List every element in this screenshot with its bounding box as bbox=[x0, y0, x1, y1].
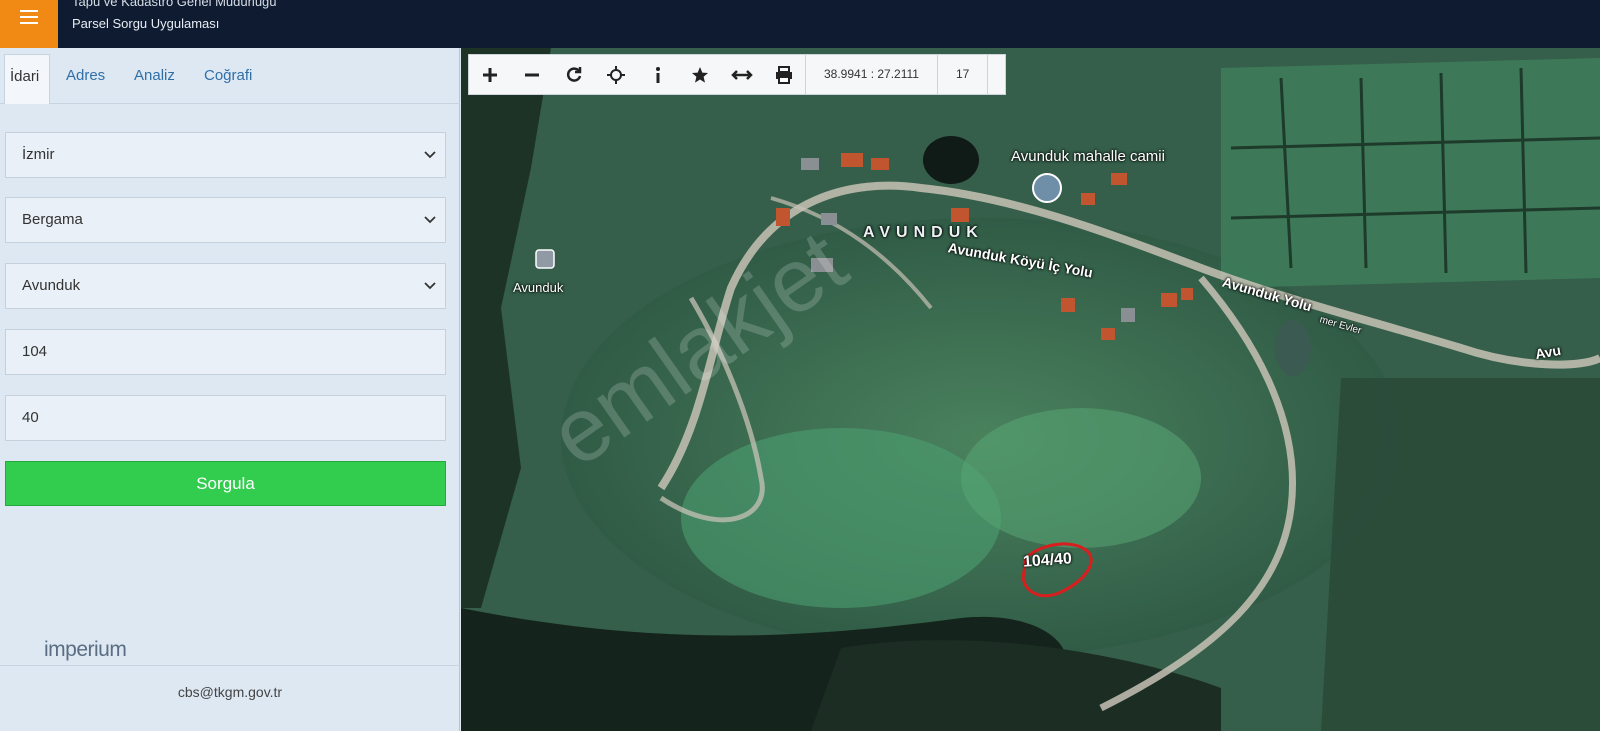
favorite-icon bbox=[692, 66, 708, 83]
zoom-level-readout: 17 bbox=[938, 54, 989, 95]
parcel-input[interactable]: 40 bbox=[5, 395, 446, 441]
neighborhood-select-value: Avunduk bbox=[22, 277, 81, 294]
province-select-value: İzmir bbox=[22, 146, 55, 163]
zoom-in-icon bbox=[483, 67, 497, 82]
zoom-out-button[interactable] bbox=[511, 54, 553, 95]
query-sidebar: İdari Adres Analiz Coğrafi İzmir Bergama… bbox=[0, 48, 460, 731]
footer-divider bbox=[0, 665, 460, 666]
menu-button[interactable] bbox=[0, 0, 58, 48]
sidebar-tabs: İdari Adres Analiz Coğrafi bbox=[0, 54, 460, 104]
app-header: Tapu ve Kadastro Genel Müdürlüğü Parsel … bbox=[0, 0, 1600, 48]
coordinate-readout: 38.9941 : 27.2111 bbox=[805, 54, 938, 95]
tab-adres[interactable]: Adres bbox=[66, 54, 105, 104]
app-org-title: Tapu ve Kadastro Genel Müdürlüğü bbox=[72, 0, 277, 9]
poi-label: Avunduk bbox=[513, 280, 564, 295]
neighborhood-select[interactable]: Avunduk bbox=[5, 263, 446, 309]
measure-icon bbox=[731, 69, 753, 80]
locate-button[interactable] bbox=[595, 54, 637, 95]
imperium-logo: imperium bbox=[44, 638, 144, 664]
logo-text: imperium bbox=[44, 638, 127, 661]
chevron-down-icon bbox=[424, 282, 436, 290]
map-toolbar: 38.9941 : 27.2111 17 bbox=[468, 54, 1006, 95]
district-select[interactable]: Bergama bbox=[5, 197, 446, 243]
locate-icon bbox=[607, 65, 625, 84]
chevron-down-icon bbox=[424, 216, 436, 224]
measure-button[interactable] bbox=[721, 54, 763, 95]
village-label: AVUNDUK bbox=[863, 224, 984, 241]
mosque-label: Avunduk mahalle camii bbox=[1011, 148, 1165, 165]
tab-cografi[interactable]: Coğrafi bbox=[204, 54, 252, 104]
refresh-icon bbox=[566, 66, 582, 82]
info-icon bbox=[656, 66, 660, 83]
tab-analiz[interactable]: Analiz bbox=[134, 54, 175, 104]
zoom-in-button[interactable] bbox=[469, 54, 511, 95]
print-button[interactable] bbox=[763, 54, 805, 95]
zoom-out-icon bbox=[525, 73, 539, 76]
chevron-down-icon bbox=[424, 151, 436, 159]
block-input[interactable]: 104 bbox=[5, 329, 446, 375]
query-submit-button[interactable]: Sorgula bbox=[5, 461, 446, 506]
mosque-marker-icon bbox=[1032, 173, 1062, 203]
district-select-value: Bergama bbox=[22, 211, 83, 228]
province-select[interactable]: İzmir bbox=[5, 132, 446, 178]
app-title: Parsel Sorgu Uygulaması bbox=[72, 16, 220, 31]
poi-marker-icon bbox=[535, 249, 555, 269]
parcel-label: 104/40 bbox=[1022, 550, 1073, 571]
print-icon bbox=[776, 65, 792, 84]
tab-idari[interactable]: İdari bbox=[4, 54, 50, 104]
info-button[interactable] bbox=[637, 54, 679, 95]
favorite-button[interactable] bbox=[679, 54, 721, 95]
map-view[interactable]: emlakjet AVUNDUK Avunduk mahalle camii A… bbox=[461, 48, 1600, 731]
hamburger-icon bbox=[20, 10, 38, 24]
footer-email-link[interactable]: cbs@tkgm.gov.tr bbox=[0, 684, 460, 700]
refresh-button[interactable] bbox=[553, 54, 595, 95]
